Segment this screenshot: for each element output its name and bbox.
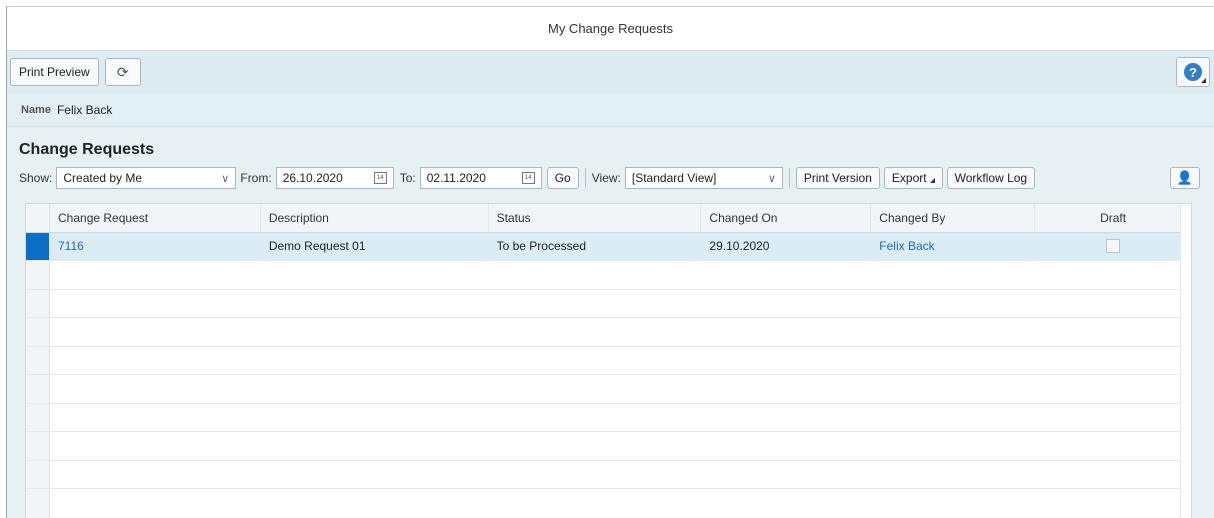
row-selector[interactable] (26, 460, 50, 488)
app-toolbar: Print Preview ⟳ ? (7, 51, 1214, 93)
description-cell: Demo Request 01 (261, 232, 489, 260)
section-title: Change Requests (19, 141, 155, 158)
empty-row (26, 375, 1191, 404)
status-cell: To be Processed (489, 232, 702, 260)
help-button[interactable]: ? (1176, 57, 1210, 87)
app-window: My Change Requests Print Preview ⟳ ? Nam… (6, 6, 1214, 518)
export-label: Export (891, 171, 927, 185)
empty-row (26, 346, 1191, 375)
chevron-down-icon: ∨ (221, 172, 230, 185)
table-toolbar: Show: Created by Me ∨ From: 26.10.2020 1… (19, 163, 1214, 193)
table-row[interactable]: 7116 Demo Request 01 To be Processed 29.… (26, 232, 1191, 261)
name-value: Felix Back (56, 102, 113, 117)
header-info: Name Felix Back (7, 93, 1214, 127)
personalize-button[interactable]: 👤 (1170, 167, 1200, 189)
show-select[interactable]: Created by Me ∨ (56, 167, 237, 189)
column-header-change-request[interactable]: Change Request (50, 204, 261, 232)
row-selector[interactable] (26, 318, 50, 346)
to-date-input[interactable]: 02.11.2020 14 (419, 167, 542, 189)
name-label: Name (21, 103, 51, 116)
refresh-icon: ⟳ (116, 63, 129, 80)
go-button[interactable]: Go (546, 167, 579, 189)
column-header-draft[interactable]: Draft (1035, 204, 1191, 232)
view-label: View: (591, 171, 621, 185)
row-selector[interactable] (26, 346, 50, 374)
to-date-value: 02.11.2020 (426, 171, 486, 185)
dropdown-corner-icon (1201, 78, 1206, 83)
empty-row (26, 289, 1191, 318)
changed-by-link[interactable]: Felix Back (879, 239, 934, 253)
view-select-value: [Standard View] (631, 171, 717, 185)
print-version-button[interactable]: Print Version (795, 167, 880, 189)
empty-row (26, 460, 1191, 489)
draft-checkbox[interactable] (1106, 239, 1121, 254)
row-selector[interactable] (26, 432, 50, 460)
toolbar-separator (584, 168, 586, 188)
row-selector[interactable] (26, 289, 50, 317)
print-preview-button[interactable]: Print Preview (10, 58, 99, 86)
chevron-down-icon: ∨ (767, 172, 776, 185)
column-header-description[interactable]: Description (261, 204, 489, 232)
empty-row (26, 432, 1191, 461)
change-requests-table: Change Request Description Status Change… (25, 203, 1192, 518)
select-all-cell[interactable] (26, 204, 50, 232)
column-header-changed-by[interactable]: Changed By (871, 204, 1036, 232)
changed-on-cell: 29.10.2020 (701, 232, 872, 260)
row-selector[interactable] (26, 489, 50, 518)
dropdown-corner-icon (929, 178, 935, 183)
toolbar-separator (788, 168, 790, 188)
change-request-link[interactable]: 7116 (58, 239, 84, 253)
empty-row (26, 261, 1191, 290)
view-select[interactable]: [Standard View] ∨ (624, 167, 783, 189)
export-button[interactable]: Export (883, 167, 943, 189)
empty-row (26, 489, 1191, 518)
calendar-icon[interactable]: 14 (373, 172, 387, 184)
column-header-status[interactable]: Status (489, 204, 702, 232)
empty-row (26, 403, 1191, 432)
from-date-input[interactable]: 26.10.2020 14 (275, 167, 394, 189)
column-header-changed-on[interactable]: Changed On (701, 204, 872, 232)
from-date-value: 26.10.2020 (282, 171, 343, 185)
row-selector[interactable] (26, 261, 50, 289)
row-selector[interactable] (26, 232, 50, 260)
refresh-button[interactable]: ⟳ (104, 58, 141, 86)
show-select-value: Created by Me (63, 171, 143, 185)
row-selector[interactable] (26, 403, 50, 431)
window-title: My Change Requests (7, 7, 1214, 51)
empty-row (26, 318, 1191, 347)
calendar-icon[interactable]: 14 (521, 172, 535, 184)
personalize-icon: 👤 (1176, 170, 1194, 185)
table-header-row: Change Request Description Status Change… (26, 204, 1191, 233)
workflow-log-button[interactable]: Workflow Log (946, 167, 1036, 189)
change-requests-section: Change Requests Show: Created by Me ∨ Fr… (7, 141, 1214, 193)
to-label: To: (399, 171, 416, 185)
show-label: Show: (19, 171, 53, 185)
from-label: From: (240, 171, 272, 185)
vertical-scrollbar[interactable] (1180, 204, 1191, 518)
row-selector[interactable] (26, 375, 50, 403)
help-icon: ? (1184, 63, 1202, 81)
